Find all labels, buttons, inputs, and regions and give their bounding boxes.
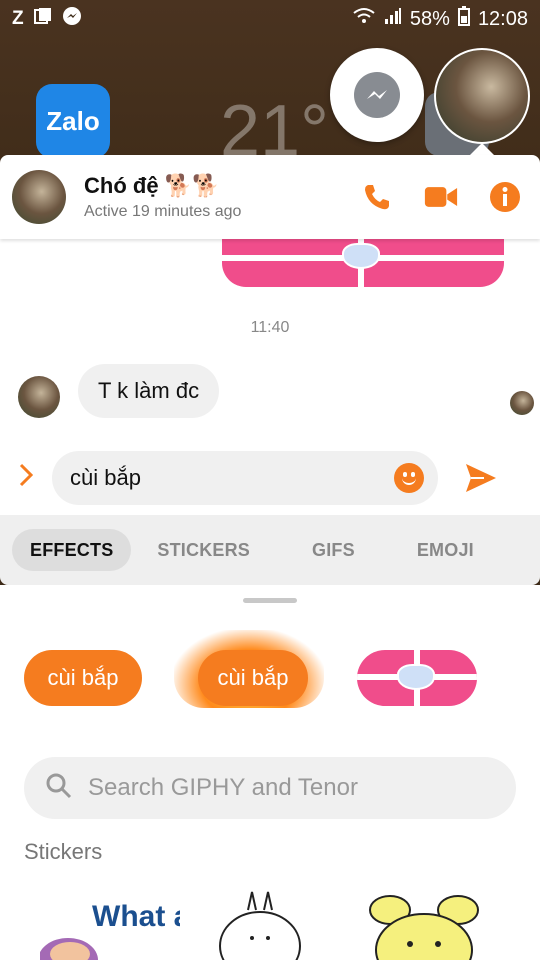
gift-message[interactable]: [222, 239, 504, 287]
zalo-app-icon[interactable]: Zalo: [36, 84, 110, 158]
status-bar: Z 58% 12:08: [0, 0, 540, 38]
tab-gifs[interactable]: GIFS: [294, 529, 373, 571]
messenger-notification-icon: [62, 6, 82, 32]
message-input[interactable]: cùi bắp: [52, 451, 438, 505]
sender-avatar[interactable]: [18, 376, 60, 418]
status-time: 12:08: [477, 7, 528, 30]
messenger-icon: [354, 72, 400, 118]
effects-tray: cùi bắp cùi bắp Search GIPHY and Tenor S…: [0, 585, 540, 960]
wifi-icon: [352, 7, 376, 31]
timestamp: 11:40: [250, 319, 290, 336]
video-call-icon[interactable]: [424, 180, 458, 214]
chevron-right-icon[interactable]: [18, 462, 38, 495]
sticker-yellow-creature[interactable]: [368, 890, 480, 960]
effect-gift[interactable]: [357, 650, 477, 706]
composer-tabs: EFFECTS STICKERS GIFS EMOJI: [0, 515, 540, 585]
messenger-chat-head[interactable]: [330, 48, 424, 142]
chat-head-pointer: [470, 143, 494, 155]
search-icon: [46, 773, 72, 804]
bow-icon: [397, 664, 435, 690]
zalo-notification-icon: Z: [12, 8, 24, 29]
chat-header: Chó đệ 🐕🐕 Active 19 minutes ago: [0, 155, 540, 239]
zalo-app-label: Zalo: [46, 105, 100, 136]
effect-plain[interactable]: cùi bắp: [24, 650, 142, 706]
drag-handle[interactable]: [243, 598, 297, 603]
emoji-icon[interactable]: [394, 463, 424, 493]
stickers-section-label: Stickers: [24, 839, 103, 864]
composer: cùi bắp: [0, 443, 540, 513]
seen-avatar: [510, 391, 534, 415]
battery-percent: 58%: [409, 7, 450, 30]
contact-chat-head[interactable]: [434, 48, 530, 144]
sticker-text: What a: [92, 900, 180, 933]
bow-icon: [342, 243, 380, 269]
search-input[interactable]: Search GIPHY and Tenor: [24, 757, 516, 819]
search-placeholder: Search GIPHY and Tenor: [88, 774, 358, 801]
sticker-what-a[interactable]: What a: [38, 890, 191, 960]
phone-icon[interactable]: [360, 180, 394, 214]
tab-effects[interactable]: EFFECTS: [12, 529, 132, 571]
effect-fire[interactable]: cùi bắp: [198, 650, 308, 706]
contact-name[interactable]: Chó đệ 🐕🐕: [84, 173, 241, 199]
incoming-message[interactable]: T k làm đc: [78, 364, 220, 418]
signal-icon: [384, 7, 402, 31]
sticker-bunny[interactable]: [218, 890, 304, 960]
tab-emoji[interactable]: EMOJI: [399, 529, 492, 571]
send-icon[interactable]: [464, 461, 498, 495]
battery-icon: [457, 6, 470, 32]
news-icon: [33, 7, 52, 31]
tab-stickers[interactable]: STICKERS: [139, 529, 268, 571]
avatar[interactable]: [12, 170, 66, 224]
info-icon[interactable]: [488, 180, 522, 214]
conversation: 11:40 T k làm đc cùi bắp: [0, 239, 540, 515]
message-input-text[interactable]: cùi bắp: [70, 465, 394, 491]
contact-status: Active 19 minutes ago: [84, 203, 242, 220]
